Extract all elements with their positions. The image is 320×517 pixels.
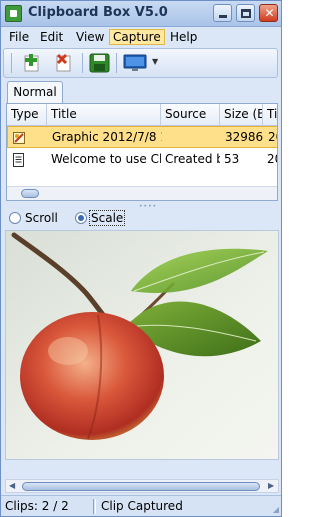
toolbar-separator	[116, 53, 117, 73]
close-icon: ✕	[264, 6, 275, 20]
menu-help[interactable]: Help	[167, 29, 200, 45]
toolbar: ▼	[3, 48, 278, 78]
preview-horizontal-scrollbar[interactable]: ◀ ▶	[5, 479, 279, 493]
title-bar[interactable]: Clipboard Box V5.0 ✕	[1, 1, 281, 27]
column-header-type[interactable]: Type	[7, 104, 47, 126]
scroll-radio[interactable]	[9, 212, 21, 224]
row-size: 329863	[225, 130, 264, 144]
menu-view[interactable]: View	[73, 29, 107, 45]
resize-grip-icon[interactable]: ◢	[273, 505, 279, 514]
row-title: Graphic 2012/7/8 11	[52, 130, 162, 144]
table-row[interactable]: Welcome to use Clip Created b 53 20	[7, 149, 277, 171]
capture-dropdown-arrow[interactable]: ▼	[152, 57, 158, 66]
status-message: Clip Captured	[101, 499, 183, 513]
scale-radio[interactable]	[75, 212, 87, 224]
row-size: 53	[224, 152, 240, 166]
scrollbar-thumb[interactable]	[22, 482, 260, 491]
column-header-title[interactable]: Title	[47, 104, 161, 126]
main-window: Clipboard Box V5.0 ✕ File Edit View Capt…	[0, 0, 282, 517]
row-title: Welcome to use Clip	[51, 152, 161, 166]
row-time: 20	[268, 130, 277, 144]
column-header-size[interactable]: Size (B	[220, 104, 263, 126]
red-x-icon	[56, 53, 71, 72]
menu-capture[interactable]: Capture	[109, 29, 165, 45]
scroll-right-arrow-icon[interactable]: ▶	[268, 481, 274, 490]
add-clip-button[interactable]	[20, 52, 44, 74]
table-row[interactable]: Graphic 2012/7/8 11 329863 20	[7, 126, 277, 149]
status-separator	[93, 499, 96, 514]
column-header-time[interactable]: Ti	[263, 104, 277, 126]
scroll-radio-label[interactable]: Scroll	[25, 211, 58, 225]
clip-count: Clips: 2 / 2	[5, 499, 69, 513]
capture-screen-button[interactable]	[122, 52, 150, 74]
row-source	[162, 127, 221, 149]
delete-clip-button[interactable]	[52, 52, 76, 74]
view-mode-group: Scroll Scale	[3, 208, 280, 230]
row-source: Created b	[165, 152, 220, 166]
monitor-icon	[123, 54, 147, 71]
save-button[interactable]	[88, 52, 112, 74]
scale-radio-label[interactable]: Scale	[89, 210, 126, 226]
menu-file[interactable]: File	[6, 29, 32, 45]
table-horizontal-scrollbar[interactable]	[7, 186, 277, 200]
maximize-icon	[241, 9, 251, 18]
scrollbar-thumb[interactable]	[21, 189, 39, 198]
green-plus-icon	[24, 54, 39, 72]
tab-strip: Normal	[3, 81, 280, 103]
row-time: 20	[267, 152, 277, 166]
status-bar: Clips: 2 / 2 Clip Captured ◢	[1, 495, 281, 516]
close-button[interactable]: ✕	[259, 4, 278, 22]
clip-list-table: Type Title Source Size (B Ti Graphic 201…	[6, 103, 278, 201]
text-document-icon	[13, 153, 24, 167]
maximize-button[interactable]	[236, 4, 255, 22]
menu-bar: File Edit View Capture Help	[1, 27, 281, 47]
minimize-icon	[219, 15, 227, 18]
table-header: Type Title Source Size (B Ti	[7, 104, 277, 126]
tab-normal[interactable]: Normal	[7, 81, 63, 103]
column-header-source[interactable]: Source	[161, 104, 220, 126]
app-icon	[5, 5, 22, 22]
toolbar-separator	[82, 53, 83, 73]
peach-image	[6, 231, 278, 459]
toolbar-grip	[11, 53, 12, 73]
clip-preview	[5, 230, 279, 460]
scroll-left-arrow-icon[interactable]: ◀	[9, 481, 15, 490]
image-pencil-icon	[13, 132, 25, 144]
menu-edit[interactable]: Edit	[37, 29, 66, 45]
window-title: Clipboard Box V5.0	[28, 5, 168, 20]
floppy-disk-icon	[89, 53, 110, 73]
minimize-button[interactable]	[213, 4, 232, 22]
